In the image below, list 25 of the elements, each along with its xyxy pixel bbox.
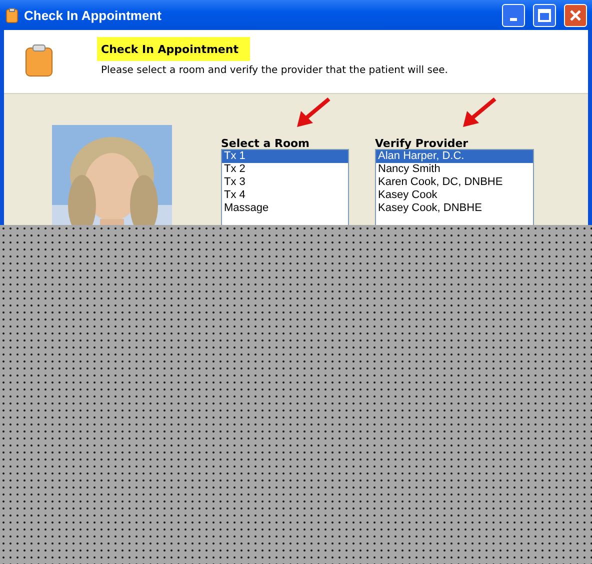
list-item[interactable]: Tx 2 <box>222 163 348 176</box>
list-label: Select a Room <box>221 137 311 149</box>
list-item[interactable]: Kasey Cook <box>376 189 533 202</box>
minimize-icon <box>510 18 517 20</box>
arrow-icon <box>461 97 497 129</box>
list-item[interactable]: Karen Cook, DC, DNBHE <box>376 176 533 189</box>
dialog-heading: Check In Appointment <box>97 37 250 61</box>
list-item[interactable]: Tx 1 <box>222 150 348 163</box>
list-item[interactable]: Alan Harper, D.C. <box>376 150 533 163</box>
list-item[interactable]: Nancy Smith <box>376 163 533 176</box>
minimize-button[interactable] <box>502 4 525 26</box>
close-icon <box>569 8 582 22</box>
list-item[interactable]: Tx 3 <box>222 176 348 189</box>
list-item[interactable]: Massage <box>222 202 348 215</box>
close-button[interactable] <box>564 4 587 26</box>
maximize-icon <box>538 8 551 22</box>
list-item[interactable]: Tx 4 <box>222 189 348 202</box>
instruction-text: Please select a room and verify the provider that the patient will see. <box>100 64 448 76</box>
clipboard-icon <box>6 8 18 22</box>
list-item[interactable]: Kasey Cook, DNBHE <box>376 202 533 215</box>
clipboard-icon <box>25 43 53 77</box>
list-label: Verify Provider <box>375 137 470 149</box>
maximize-button[interactable] <box>533 4 556 26</box>
window-title: Check In Appointment <box>24 8 162 22</box>
arrow-icon <box>295 97 331 129</box>
